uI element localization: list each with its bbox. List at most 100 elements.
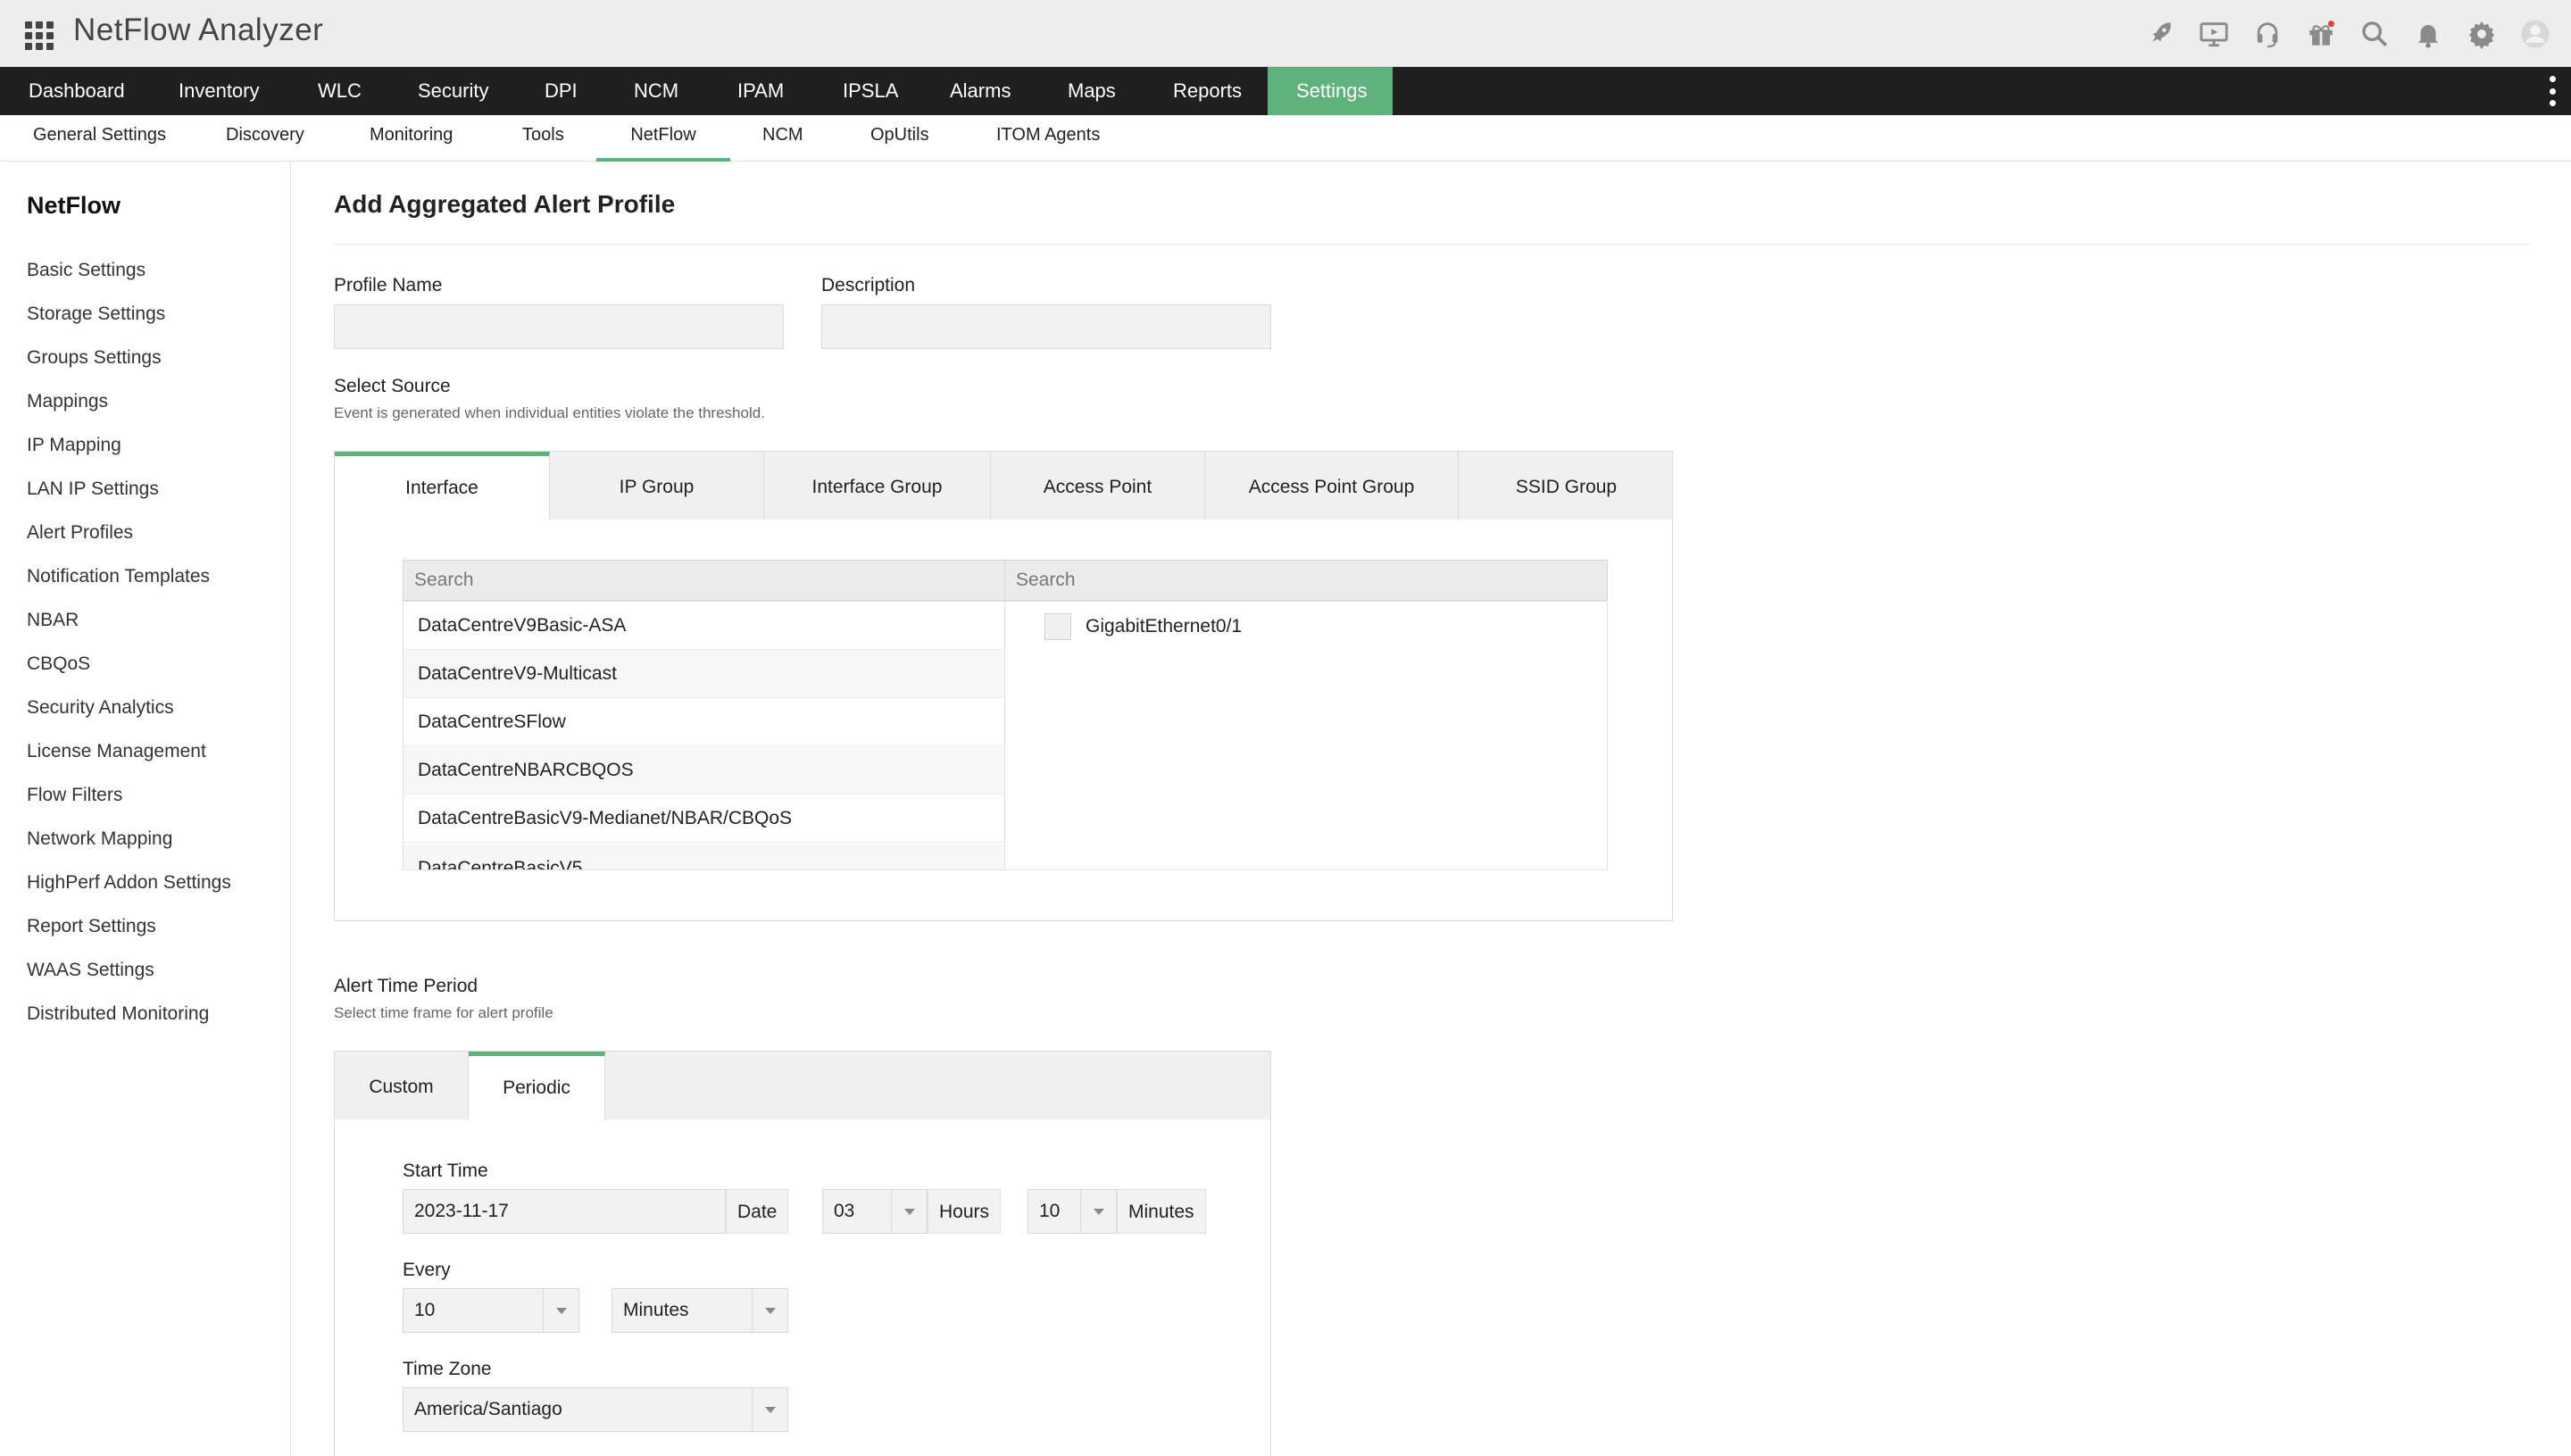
sidebar-item-cbqos[interactable]: CBQoS (27, 653, 90, 675)
tab-access-point-group[interactable]: Access Point Group (1205, 452, 1459, 520)
description-input[interactable] (821, 304, 1271, 349)
tab-ip-group[interactable]: IP Group (550, 452, 764, 520)
bell-icon[interactable] (2401, 12, 2455, 55)
sidebar-item-flow-filters[interactable]: Flow Filters (27, 785, 122, 806)
list-item[interactable]: DataCentreV9Basic-ASA (404, 602, 1006, 650)
every-value-select[interactable]: 10 (403, 1288, 579, 1333)
minutes-select[interactable]: 10 (1028, 1189, 1117, 1234)
sidebar-title: NetFlow (27, 192, 121, 220)
subnav-oputils[interactable]: OpUtils (870, 115, 929, 162)
search-icon[interactable] (2348, 12, 2401, 55)
nav-maps[interactable]: Maps (1039, 67, 1144, 115)
sidebar-item-groups-settings[interactable]: Groups Settings (27, 347, 162, 369)
gear-icon[interactable] (2455, 12, 2509, 55)
interface-list: GigabitEthernet0/1 (1004, 601, 1608, 870)
main-nav: Dashboard Inventory WLC Security DPI NCM… (0, 67, 2571, 115)
nav-alarms[interactable]: Alarms (921, 67, 1039, 115)
every-unit-select[interactable]: Minutes (612, 1288, 788, 1333)
sidebar-item-lan-ip-settings[interactable]: LAN IP Settings (27, 478, 159, 500)
nav-dashboard[interactable]: Dashboard (0, 67, 154, 115)
nav-dpi[interactable]: DPI (516, 67, 606, 115)
header-icons (2134, 12, 2562, 55)
hours-value: 03 (834, 1201, 854, 1221)
time-zone-label: Time Zone (403, 1359, 492, 1380)
start-date-input[interactable] (403, 1189, 726, 1234)
nav-reports[interactable]: Reports (1144, 67, 1270, 115)
hours-select[interactable]: 03 (822, 1189, 928, 1234)
profile-name-input[interactable] (334, 304, 784, 349)
tab-access-point[interactable]: Access Point (991, 452, 1205, 520)
gift-icon[interactable] (2294, 12, 2348, 55)
list-item[interactable]: DataCentreNBARCBQOS (404, 746, 1006, 795)
time-tabs: Custom Periodic (334, 1051, 1271, 1120)
subnav-general-settings[interactable]: General Settings (33, 115, 166, 162)
select-source-hint: Event is generated when individual entit… (334, 404, 765, 422)
list-item[interactable]: DataCentreBasicV5 (404, 844, 1006, 870)
alert-time-period-hint: Select time frame for alert profile (334, 1004, 553, 1022)
sidebar-item-license-management[interactable]: License Management (27, 741, 206, 762)
nav-ipsla[interactable]: IPSLA (814, 67, 927, 115)
chevron-down-icon (752, 1289, 787, 1332)
sidebar-item-basic-settings[interactable]: Basic Settings (27, 260, 146, 281)
sidebar-item-ip-mapping[interactable]: IP Mapping (27, 435, 121, 456)
chevron-down-icon (543, 1289, 578, 1332)
sidebar-item-highperf-addon-settings[interactable]: HighPerf Addon Settings (27, 872, 231, 894)
sidebar-item-network-mapping[interactable]: Network Mapping (27, 828, 172, 850)
sidebar-item-alert-profiles[interactable]: Alert Profiles (27, 522, 133, 544)
source-tabs: Interface IP Group Interface Group Acces… (334, 451, 1673, 520)
chevron-down-icon (891, 1190, 927, 1233)
tab-periodic[interactable]: Periodic (469, 1052, 605, 1119)
headset-icon[interactable] (2241, 12, 2294, 55)
nav-ncm[interactable]: NCM (605, 67, 707, 115)
main-content: Add Aggregated Alert Profile Profile Nam… (291, 162, 2571, 1456)
tab-interface-group[interactable]: Interface Group (764, 452, 991, 520)
subnav-itom-agents[interactable]: ITOM Agents (996, 115, 1100, 162)
sidebar-item-storage-settings[interactable]: Storage Settings (27, 304, 165, 325)
nav-wlc[interactable]: WLC (289, 67, 390, 115)
tab-interface[interactable]: Interface (335, 452, 550, 520)
sidebar: NetFlow Basic Settings Storage Settings … (0, 162, 291, 1456)
nav-ipam[interactable]: IPAM (709, 67, 812, 115)
subnav-ncm[interactable]: NCM (762, 115, 803, 162)
user-avatar-icon[interactable] (2509, 12, 2562, 55)
page-title: Add Aggregated Alert Profile (334, 190, 675, 219)
nav-settings[interactable]: Settings (1268, 67, 1393, 115)
nav-security[interactable]: Security (389, 67, 517, 115)
interface-label: GigabitEthernet0/1 (1086, 602, 1242, 650)
nav-inventory[interactable]: Inventory (150, 67, 288, 115)
alert-time-period-label: Alert Time Period (334, 976, 478, 997)
time-zone-select[interactable]: America/Santiago (403, 1387, 788, 1432)
sidebar-item-notification-templates[interactable]: Notification Templates (27, 566, 210, 587)
start-time-label: Start Time (403, 1161, 488, 1182)
sidebar-item-report-settings[interactable]: Report Settings (27, 916, 156, 937)
subnav-discovery[interactable]: Discovery (226, 115, 304, 162)
sidebar-item-nbar[interactable]: NBAR (27, 610, 79, 631)
time-panel: Start Time Date 03 Hours 10 Minutes Ever… (334, 1119, 1271, 1456)
sidebar-item-waas-settings[interactable]: WAAS Settings (27, 960, 154, 981)
rocket-icon[interactable] (2134, 12, 2187, 55)
chevron-down-icon (1080, 1190, 1116, 1233)
subnav-monitoring[interactable]: Monitoring (370, 115, 453, 162)
description-label: Description (821, 275, 915, 296)
date-unit-label: Date (726, 1189, 788, 1234)
device-search-input[interactable]: Search (403, 560, 1006, 601)
minutes-value: 10 (1039, 1201, 1060, 1221)
select-source-label: Select Source (334, 376, 451, 397)
subnav-netflow[interactable]: NetFlow (596, 115, 730, 162)
time-zone-value: America/Santiago (414, 1399, 562, 1419)
tab-ssid-group[interactable]: SSID Group (1459, 452, 1674, 520)
subnav-tools[interactable]: Tools (522, 115, 564, 162)
list-item[interactable]: DataCentreBasicV9-Medianet/NBAR/CBQoS (404, 795, 1006, 843)
sidebar-item-security-analytics[interactable]: Security Analytics (27, 697, 174, 719)
list-item[interactable]: DataCentreV9-Multicast (404, 650, 1006, 698)
tab-custom[interactable]: Custom (335, 1052, 469, 1119)
sidebar-item-distributed-monitoring[interactable]: Distributed Monitoring (27, 1003, 209, 1025)
app-grid-icon[interactable] (25, 21, 54, 48)
sidebar-item-mappings[interactable]: Mappings (27, 391, 108, 412)
title-divider (334, 244, 2530, 245)
more-options-icon[interactable] (2546, 76, 2559, 106)
list-item[interactable]: DataCentreSFlow (404, 698, 1006, 746)
interface-checkbox[interactable] (1044, 613, 1071, 640)
monitor-play-icon[interactable] (2187, 12, 2241, 55)
interface-search-input[interactable]: Search (1004, 560, 1608, 601)
